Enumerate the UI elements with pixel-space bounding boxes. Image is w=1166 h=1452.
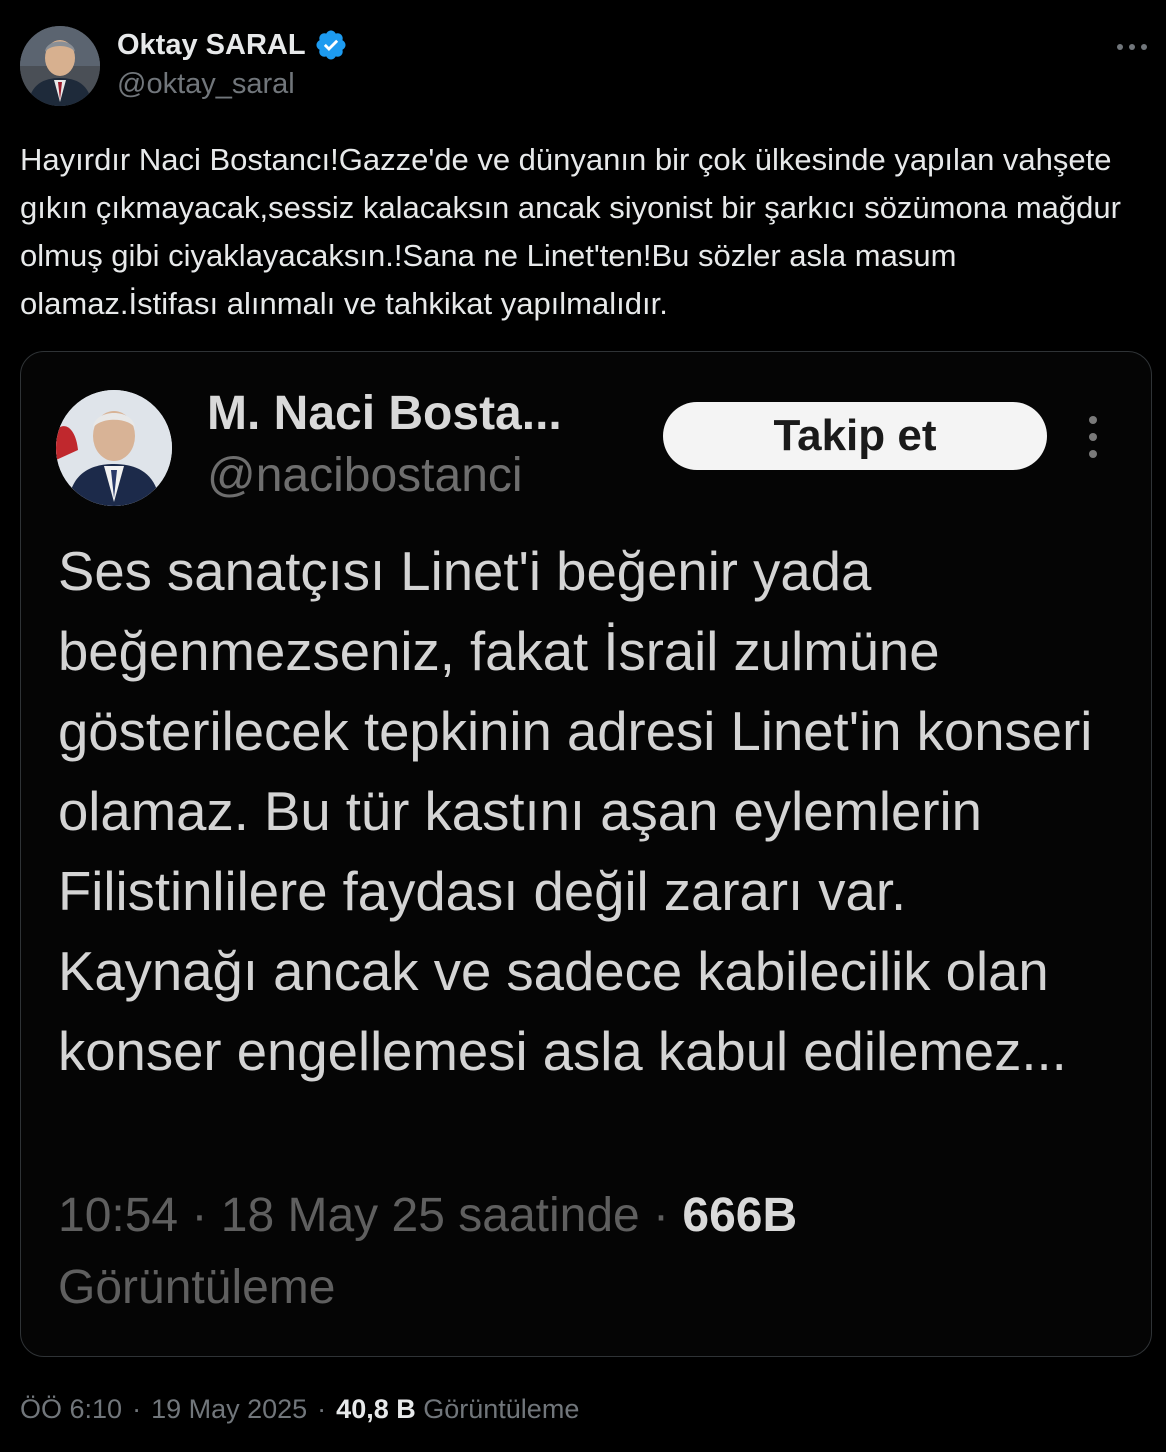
meta-separator: · — [317, 1394, 327, 1424]
quoted-handle: @nacibostanci — [207, 449, 523, 502]
quoted-name: M. Naci Bosta... — [207, 387, 562, 440]
tweet-text: Hayırdır Naci Bostancı!Gazze'de ve dünya… — [20, 142, 1121, 321]
tweet-time[interactable]: ÖÖ 6:10 — [20, 1394, 122, 1425]
meta-separator: · — [132, 1394, 142, 1424]
views-count: 40,8 B — [336, 1394, 416, 1424]
author-name[interactable]: Oktay SARAL — [117, 28, 348, 62]
quoted-follow-button: Takip et — [663, 402, 1047, 470]
tweet-date[interactable]: 19 May 2025 — [151, 1394, 307, 1425]
quoted-meta-views-label: Görüntüleme — [58, 1261, 336, 1314]
tweet-page: Oktay SARAL @oktay_saral Hayırdır Naci B… — [0, 0, 1166, 1452]
quoted-avatar — [56, 390, 172, 506]
quoted-more-icon — [1079, 412, 1107, 462]
views-label: Görüntüleme — [423, 1394, 580, 1424]
tweet-meta: ÖÖ 6:10 · 19 May 2025 · 40,8 B Görüntüle… — [20, 1394, 579, 1425]
quoted-meta: 10:54 · 18 May 25 saatinde · 666B Görüntü… — [58, 1180, 1118, 1324]
quoted-text: Ses sanatçısı Linet'i beğenir yada beğen… — [58, 541, 1093, 1082]
quoted-meta-time: 10:54 · 18 May 25 saatinde · — [58, 1189, 683, 1242]
verified-badge-icon — [314, 28, 348, 62]
author-name-text[interactable]: Oktay SARAL — [117, 29, 306, 62]
author-handle[interactable]: @oktay_saral — [117, 68, 295, 101]
author-avatar[interactable] — [20, 26, 100, 106]
more-options-icon[interactable] — [1112, 30, 1152, 64]
quoted-meta-views: 666B — [682, 1189, 798, 1242]
tweet-image[interactable]: M. Naci Bosta... @nacibostanci Takip et … — [20, 351, 1152, 1357]
